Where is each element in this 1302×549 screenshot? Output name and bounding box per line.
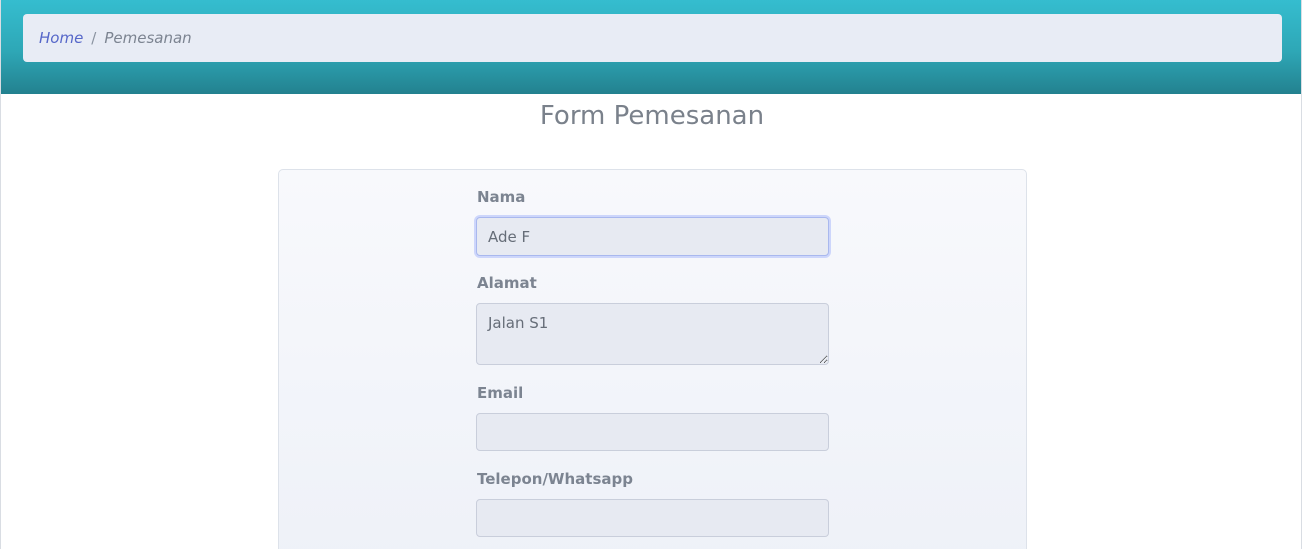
breadcrumb-home-link[interactable]: Home [39,29,83,47]
alamat-label: Alamat [477,274,537,292]
breadcrumb: Home / Pemesanan [23,14,1282,62]
header-banner: Home / Pemesanan [1,0,1301,94]
email-input[interactable] [476,413,829,451]
nama-input[interactable] [476,217,829,256]
page-title: Form Pemesanan [539,101,765,131]
breadcrumb-separator: / [91,29,97,47]
breadcrumb-current: Pemesanan [104,29,192,47]
nama-label: Nama [477,188,526,206]
telepon-label: Telepon/Whatsapp [477,470,633,488]
telepon-input[interactable] [476,499,829,537]
alamat-textarea[interactable]: Jalan S1 [476,303,829,365]
order-page: Home / Pemesanan Form Pemesanan Nama Ala… [0,0,1302,549]
order-form: Nama Alamat Jalan S1 Email Telepon/Whats… [278,169,1027,549]
email-label: Email [477,384,524,402]
